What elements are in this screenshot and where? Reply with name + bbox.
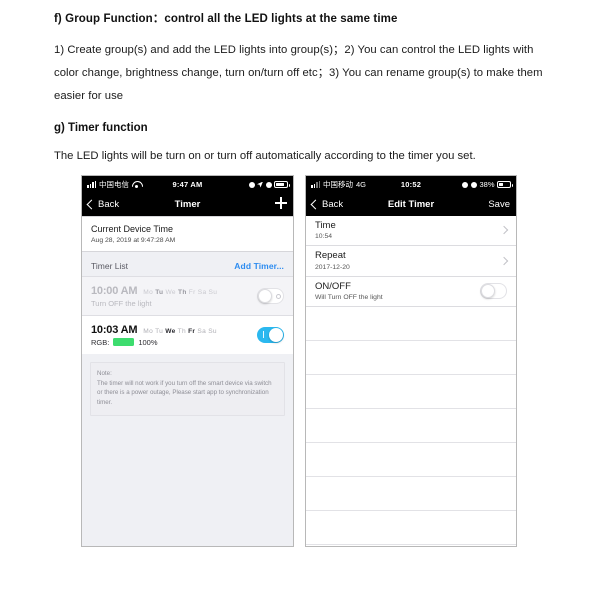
battery-icon — [497, 181, 514, 188]
empty-row — [306, 443, 516, 478]
back-button-label: Back — [322, 199, 344, 210]
empty-row — [306, 307, 516, 342]
row-repeat-value: 2017-12-20 — [315, 263, 350, 271]
add-timer-link[interactable]: Add Timer... — [234, 261, 284, 271]
row-on-off[interactable]: ON/OFF Will Turn OFF the light — [306, 277, 516, 308]
paragraph-group-function: 1) Create group(s) and add the LED light… — [54, 43, 543, 103]
current-device-time-title: Current Device Time — [91, 224, 174, 234]
nav-bar-left: Back Timer — [82, 193, 293, 216]
back-button[interactable]: Back — [310, 199, 344, 210]
chevron-right-icon — [499, 256, 509, 265]
signal-bars-icon — [87, 181, 96, 188]
network-type-label: 4G — [356, 180, 367, 189]
rgb-label: RGB: — [91, 337, 110, 347]
note-box: Note: The timer will not work if you tur… — [90, 362, 285, 416]
wifi-icon — [132, 181, 141, 189]
signal-bars-icon — [311, 181, 320, 188]
row-time[interactable]: Time 10:54 — [306, 216, 516, 247]
back-button-label: Back — [98, 199, 120, 210]
rgb-color-swatch — [113, 338, 135, 347]
timer-toggle[interactable] — [257, 327, 284, 344]
row-time-value: 10:54 — [315, 233, 333, 241]
back-button[interactable]: Back — [86, 199, 120, 210]
location-arrow-icon — [257, 181, 263, 188]
status-bar-right-group: 38% — [462, 180, 514, 189]
empty-row — [306, 477, 516, 512]
toggle-off-ring-icon — [276, 294, 281, 300]
timer-row-line2: RGB: 100% — [91, 338, 257, 347]
note-text: The timer will not work if you turn off … — [97, 379, 272, 406]
row-on-off-title: ON/OFF — [315, 280, 351, 292]
carrier-label: 中国电信 — [99, 180, 129, 189]
current-device-time-value: Aug 28, 2019 at 9:47:28 AM — [91, 237, 176, 245]
status-bar-left-group: 中国移动 4G — [311, 179, 366, 190]
status-bar-left: 中国电信 9:47 AM — [82, 176, 293, 193]
on-off-toggle[interactable] — [480, 282, 507, 299]
status-bar-right: 中国移动 4G 10:52 38% — [306, 176, 516, 193]
rotation-lock-icon — [462, 181, 469, 188]
carrier-label: 中国移动 — [323, 180, 353, 189]
alarm-icon — [265, 181, 272, 188]
phone-screenshot-edit-timer: 中国移动 4G 10:52 38% Back Edit Timer Save T… — [305, 175, 517, 547]
rotation-lock-icon — [248, 181, 255, 188]
row-time-title: Time — [315, 220, 336, 231]
empty-row — [306, 341, 516, 376]
timer-time: 10:03 AM — [91, 323, 138, 336]
timer-time: 10:00 AM — [91, 284, 138, 297]
timer-row-line1: 10:03 AM Mo Tu We Th Fr Sa Su — [91, 324, 257, 336]
empty-rows-container — [306, 307, 516, 546]
row-repeat-title: Repeat — [315, 250, 346, 262]
row-repeat-content: Repeat 2017-12-20 — [315, 250, 501, 270]
timer-action-label: Turn OFF the light — [91, 298, 152, 308]
status-bar-right-group — [248, 181, 291, 188]
status-bar-left-group: 中国电信 — [87, 179, 141, 190]
document-body: f) Group Function：control all the LED li… — [54, 12, 548, 168]
edit-timer-body: Time 10:54 Repeat 2017-12-20 ON/OFF Will… — [306, 216, 516, 546]
heading-group-function: f) Group Function：control all the LED li… — [54, 13, 398, 25]
row-on-off-value: Will Turn OFF the light — [315, 294, 383, 302]
screenshot-gallery: 中国电信 9:47 AM Back Timer Current Device T… — [0, 172, 600, 552]
timer-row[interactable]: 10:00 AM Mo Tu We Th Fr Sa Su Turn OFF t… — [82, 276, 293, 316]
chevron-right-icon — [499, 225, 509, 235]
timer-list-body: Current Device Time Aug 28, 2019 at 9:47… — [82, 216, 293, 546]
timer-row[interactable]: 10:03 AM Mo Tu We Th Fr Sa Su RGB: 100% — [82, 315, 293, 355]
row-on-off-content: ON/OFF Will Turn OFF the light — [315, 281, 480, 301]
battery-icon — [274, 181, 291, 188]
row-repeat[interactable]: Repeat 2017-12-20 — [306, 246, 516, 277]
row-time-content: Time 10:54 — [315, 220, 501, 240]
timer-row-content: 10:00 AM Mo Tu We Th Fr Sa Su Turn OFF t… — [91, 285, 257, 308]
heading-timer-function: g) Timer function — [54, 122, 148, 135]
empty-row — [306, 511, 516, 546]
timer-list-header: Timer List Add Timer... — [82, 252, 293, 276]
nav-bar-right: Back Edit Timer Save — [306, 193, 516, 216]
empty-row — [306, 375, 516, 410]
plus-icon — [275, 197, 287, 209]
phone-screenshot-timer-list: 中国电信 9:47 AM Back Timer Current Device T… — [81, 175, 294, 547]
toggle-on-bar-icon — [263, 331, 265, 339]
alarm-icon — [470, 181, 477, 188]
current-device-time-card: Current Device Time Aug 28, 2019 at 9:47… — [82, 216, 293, 253]
paragraph-timer-function: The LED lights will be turn on or turn o… — [54, 150, 476, 163]
note-title: Note: — [97, 370, 112, 378]
timer-days: Mo Tu We Th Fr Sa Su — [143, 327, 217, 335]
timer-days: Mo Tu We Th Fr Sa Su — [143, 288, 218, 296]
timer-row-line1: 10:00 AM Mo Tu We Th Fr Sa Su — [91, 285, 257, 297]
chevron-left-icon — [310, 199, 321, 210]
add-timer-button[interactable] — [275, 197, 287, 212]
timer-toggle[interactable] — [257, 288, 284, 305]
battery-percent-label: 38% — [479, 180, 495, 189]
brightness-value: 100% — [138, 337, 158, 347]
empty-row — [306, 409, 516, 444]
chevron-left-icon — [86, 199, 97, 210]
timer-row-line2: Turn OFF the light — [91, 299, 257, 308]
timer-list-label: Timer List — [91, 261, 128, 272]
save-button[interactable]: Save — [488, 199, 510, 210]
timer-row-content: 10:03 AM Mo Tu We Th Fr Sa Su RGB: 100% — [91, 324, 257, 347]
